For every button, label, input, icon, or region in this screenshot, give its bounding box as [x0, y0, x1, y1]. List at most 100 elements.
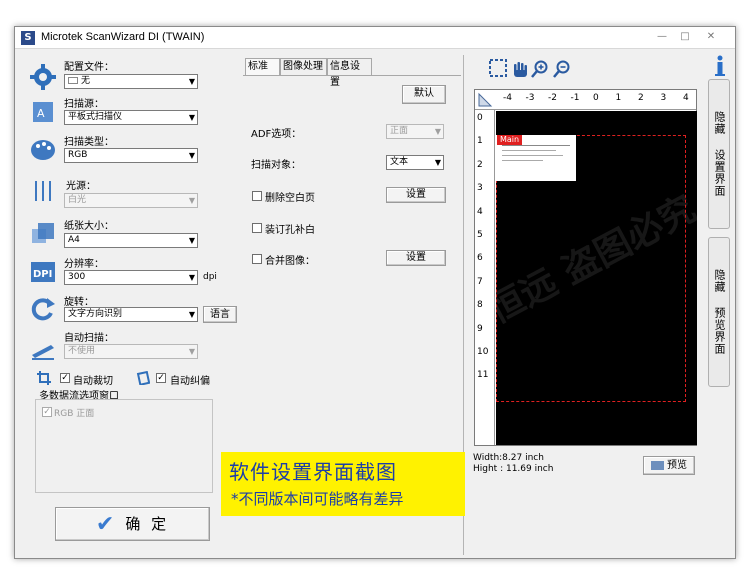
scan-type-value: RGB: [68, 150, 88, 160]
ruler-top-label: -2: [548, 93, 557, 103]
adf-icon: A: [29, 98, 57, 126]
close-button[interactable]: ✕: [701, 31, 721, 44]
resolution-value: 300: [68, 272, 86, 282]
hand-pan-icon[interactable]: [511, 60, 529, 78]
config-file-value: 无: [81, 76, 91, 86]
ruler-left-label: 1: [477, 136, 483, 147]
annotation-title: 软件设置界面截图: [229, 460, 397, 484]
ruler-left-label: 7: [477, 276, 483, 287]
scan-type-label: 扫描类型：: [64, 137, 114, 148]
ok-button[interactable]: ✔ 确 定: [55, 507, 210, 541]
ruler-left-label: 5: [477, 230, 483, 240]
resolution-unit: dpi: [203, 272, 217, 282]
zoom-in-icon[interactable]: [531, 60, 549, 78]
merge-settings-button[interactable]: 设置: [386, 250, 446, 266]
remove-blank-settings-button[interactable]: 设置: [386, 187, 446, 203]
auto-deskew-checkbox[interactable]: ✓: [156, 373, 166, 383]
resolution-select[interactable]: 300 ▼: [64, 270, 198, 285]
scan-object-label: 扫描对象：: [251, 160, 301, 171]
title-bar: S Microtek ScanWizard DI (TWAIN) — □ ✕: [15, 27, 735, 49]
auto-scan-value: 不使用: [68, 346, 96, 356]
light-source-label: 光源：: [66, 181, 96, 192]
chevron-down-icon: ▼: [188, 273, 195, 282]
scan-type-select[interactable]: RGB ▼: [64, 148, 198, 163]
remove-blank-checkbox[interactable]: [252, 191, 262, 201]
chevron-down-icon: ▼: [434, 127, 441, 136]
rotate-label: 旋转：: [64, 297, 94, 308]
adf-option-value: 正面: [390, 126, 409, 136]
default-button[interactable]: 默认: [402, 85, 446, 104]
ruler-top-label: 1: [615, 93, 622, 103]
paper-size-select[interactable]: A4 ▼: [64, 233, 198, 248]
scan-source-select[interactable]: 平板式扫描仪 ▼: [64, 110, 198, 125]
chevron-down-icon: ▼: [188, 236, 195, 245]
zoom-out-icon[interactable]: [553, 60, 571, 78]
ruler-corner-icon: [477, 92, 493, 108]
binding-hole-checkbox[interactable]: [252, 223, 262, 233]
scan-source-value: 平板式扫描仪: [68, 112, 123, 122]
rotate-icon: [29, 295, 57, 323]
preview-area[interactable]: -4 -3 -2 -1 0 1 2 3 4 0 1 2 3 4 5 6 7 8 9 10 11 恒远 盗图必究 Mai…: [474, 89, 702, 446]
width-readout: Width:8.27 inch: [473, 453, 544, 463]
chevron-down-icon: ▼: [188, 151, 195, 160]
tab-info-settings[interactable]: 信息设置: [327, 58, 372, 88]
paper-size-value: A4: [68, 235, 80, 245]
auto-scan-select[interactable]: 不使用 ▼: [64, 344, 198, 359]
paper-size-label: 纸张大小：: [64, 221, 114, 232]
language-button[interactable]: 语言: [203, 306, 237, 323]
minimize-button[interactable]: —: [652, 31, 672, 44]
auto-crop-label: 自动裁切: [73, 376, 113, 387]
ruler-left-label: 11: [477, 370, 489, 381]
chevron-down-icon: ▼: [188, 310, 195, 319]
rotate-select[interactable]: 文字方向识别 ▼: [64, 307, 198, 322]
auto-deskew-label: 自动纠偏: [170, 376, 210, 387]
merge-image-label: 合并图像：: [265, 256, 315, 267]
palette-icon: [29, 135, 57, 163]
ruler-top-label: 4: [683, 93, 689, 103]
ruler-left-label: 10: [477, 347, 489, 357]
ruler-top-label: -1: [570, 93, 580, 103]
scan-object-select[interactable]: 文本 ▼: [386, 155, 444, 170]
hide-settings-button[interactable]: 隐藏 设置界面: [708, 79, 730, 229]
ruler-top-label: 2: [638, 93, 644, 103]
preview-button-label: 预览: [667, 460, 687, 471]
maximize-button[interactable]: □: [675, 31, 695, 44]
svg-text:A: A: [37, 107, 45, 120]
deskew-icon: [136, 370, 151, 386]
adf-option-select[interactable]: 正面 ▼: [386, 124, 444, 139]
tab-standard[interactable]: 标准: [245, 58, 280, 76]
multi-stream-item-label: RGB 正面: [54, 409, 95, 419]
paper-size-icon: [29, 219, 57, 247]
adf-option-label: ADF选项：: [251, 129, 302, 140]
ruler-top-label: 0: [593, 93, 599, 103]
info-icon[interactable]: [713, 55, 727, 77]
ruler-left-label: 2: [477, 159, 483, 170]
ruler-top-label: 3: [660, 93, 667, 103]
chevron-down-icon: ▼: [434, 158, 441, 167]
rotate-value: 文字方向识别: [68, 309, 123, 319]
marquee-select-icon[interactable]: [489, 59, 507, 77]
auto-crop-checkbox[interactable]: ✓: [60, 373, 70, 383]
auto-scan-icon: [29, 335, 57, 363]
tab-image-processing[interactable]: 图像处理: [280, 58, 327, 76]
height-readout: Hight : 11.69 inch: [473, 464, 554, 474]
checkmark-icon: ✔: [95, 511, 118, 537]
ruler-top-label: -4: [503, 93, 512, 103]
merge-image-checkbox[interactable]: [252, 254, 262, 264]
annotation-banner: 软件设置界面截图 *不同版本间可能略有差异: [221, 452, 465, 516]
auto-scan-label: 自动扫描：: [64, 333, 114, 344]
ruler-top-label: -3: [525, 93, 535, 103]
folder-icon: [68, 77, 78, 84]
hide-preview-button[interactable]: 隐藏 预览界面: [708, 237, 730, 387]
dpi-icon: DPI: [29, 258, 57, 286]
light-source-select[interactable]: 白光 ▼: [64, 193, 198, 208]
window-title: Microtek ScanWizard DI (TWAIN): [41, 31, 205, 43]
config-file-select[interactable]: 无 ▼: [64, 74, 198, 89]
app-logo-icon: S: [21, 31, 35, 45]
preview-button[interactable]: 预览: [643, 456, 695, 475]
remove-blank-label: 删除空白页: [265, 193, 315, 204]
multi-stream-item-checkbox[interactable]: ✓: [42, 407, 52, 417]
chevron-down-icon: ▼: [188, 113, 195, 122]
ruler-left: 0 1 2 3 4 5 6 7 8 9 10 11: [475, 110, 495, 445]
ruler-left-label: 9: [477, 323, 483, 334]
